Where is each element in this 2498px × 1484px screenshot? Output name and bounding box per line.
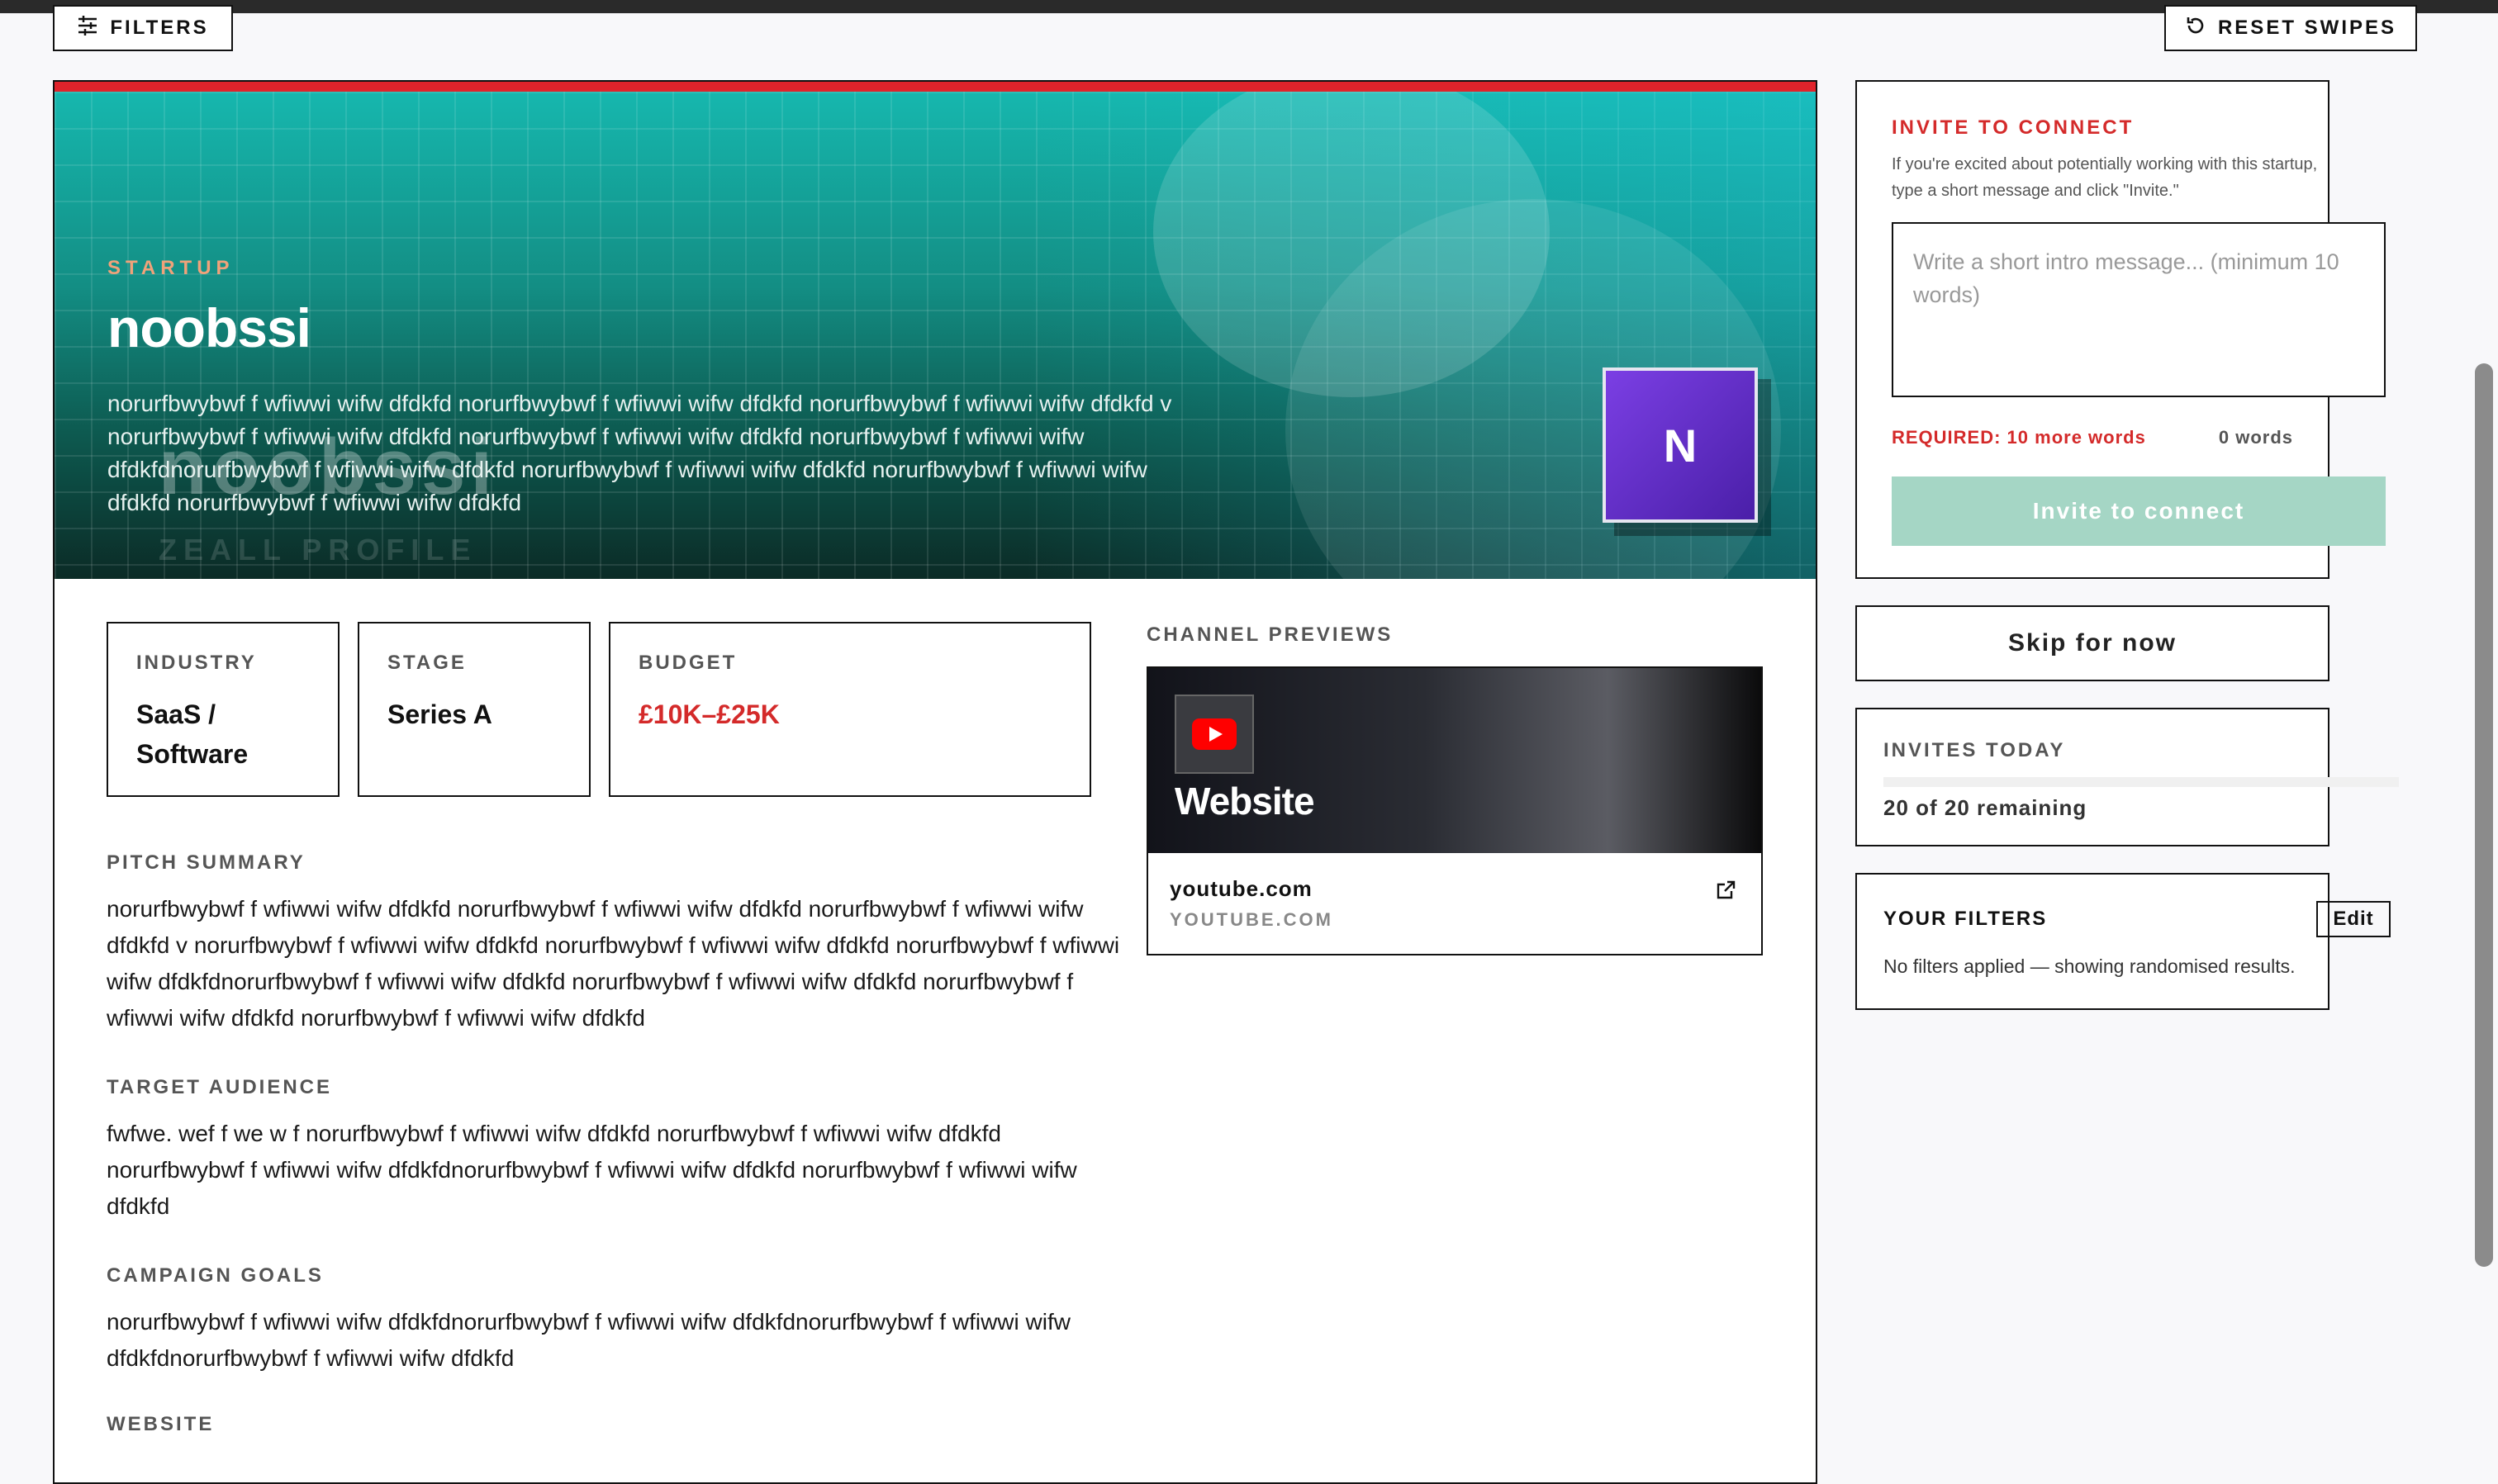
youtube-icon [1175,695,1254,774]
stage-value: Series A [387,699,492,729]
your-filters-panel: YOUR FILTERS Edit No filters applied — s… [1855,873,2391,1010]
invites-progress-bar [1883,777,2399,787]
filters-status-text: No filters applied — showing randomised … [1883,955,2296,977]
channel-host-upper: YOUTUBE.COM [1170,909,1333,930]
reset-swipes-label: RESET SWIPES [2217,17,2397,39]
skip-for-now-button[interactable]: Skip for now [1855,605,2329,681]
invites-today-label: INVITES TODAY [1883,739,2066,761]
channel-host: youtube.com [1170,876,1313,901]
pitch-summary-label: PITCH SUMMARY [107,851,306,874]
sliders-icon [77,15,98,42]
external-link-icon[interactable] [1715,879,1736,905]
industry-label: INDUSTRY [136,652,257,674]
invite-to-connect-button[interactable]: Invite to connect [1892,476,2386,546]
stage-stat: STAGE Series A [358,622,591,797]
startup-description: norurfbwybwf f wfiwwi wifw dfdkfd norurf… [107,391,1172,515]
browser-top-strip [0,0,2498,13]
channel-card-title: Website [1175,780,1315,823]
word-count: 0 words [2218,427,2293,448]
industry-value: SaaS / Software [136,699,249,769]
filters-label: FILTERS [110,17,209,39]
budget-value: £10K–£25K [639,699,780,729]
avatar: N [1603,367,1758,523]
hero-watermark-sub: ZEALL PROFILE [159,533,477,567]
hero-type-label: STARTUP [107,257,235,279]
pitch-summary-text: norurfbwybwf f wfiwwi wifw dfdkfd norurf… [107,896,1120,1031]
campaign-goals-label: CAMPAIGN GOALS [107,1264,324,1287]
invites-remaining: 20 of 20 remaining [1883,795,2087,820]
intro-message-input[interactable]: Write a short intro message... (minimum … [1892,222,2386,397]
website-label: WEBSITE [107,1413,215,1435]
reset-icon [2185,15,2206,42]
startup-name: noobssi [107,297,311,358]
your-filters-label: YOUR FILTERS [1883,908,2048,930]
industry-stat: INDUSTRY SaaS / Software [107,622,340,797]
filters-button[interactable]: FILTERS [53,5,233,51]
invite-subtitle: If you're excited about potentially work… [1892,155,2318,200]
channel-banner: Website [1148,668,1761,853]
edit-filters-button[interactable]: Edit [2316,901,2391,937]
channel-preview-card[interactable]: Website youtube.com YOUTUBE.COM [1147,666,1763,955]
required-words-text: REQUIRED: 10 more words [1892,427,2146,448]
invite-panel: INVITE TO CONNECT If you're excited abou… [1855,80,2386,579]
skip-label: Skip for now [2008,629,2177,657]
budget-stat: BUDGET £10K–£25K [609,622,1091,797]
intro-message-placeholder: Write a short intro message... (minimum … [1913,249,2339,307]
scrollbar-thumb[interactable] [2475,363,2493,1267]
target-audience-label: TARGET AUDIENCE [107,1076,332,1098]
startup-profile-card: noobssi ZEALL PROFILE STARTUP noobssi no… [53,80,1817,1484]
hero-banner: noobssi ZEALL PROFILE STARTUP noobssi no… [55,82,1816,579]
target-audience-text: fwfwe. wef f we w f norurfbwybwf f wfiww… [107,1121,1077,1219]
channel-previews-label: CHANNEL PREVIEWS [1147,623,1394,646]
campaign-goals-text: norurfbwybwf f wfiwwi wifw dfdkfdnorurfb… [107,1309,1071,1371]
budget-label: BUDGET [639,652,738,674]
stage-label: STAGE [387,652,467,674]
reset-swipes-button[interactable]: RESET SWIPES [2164,5,2417,51]
invites-today-panel: INVITES TODAY 20 of 20 remaining [1855,708,2399,846]
invite-title: INVITE TO CONNECT [1892,116,2135,139]
